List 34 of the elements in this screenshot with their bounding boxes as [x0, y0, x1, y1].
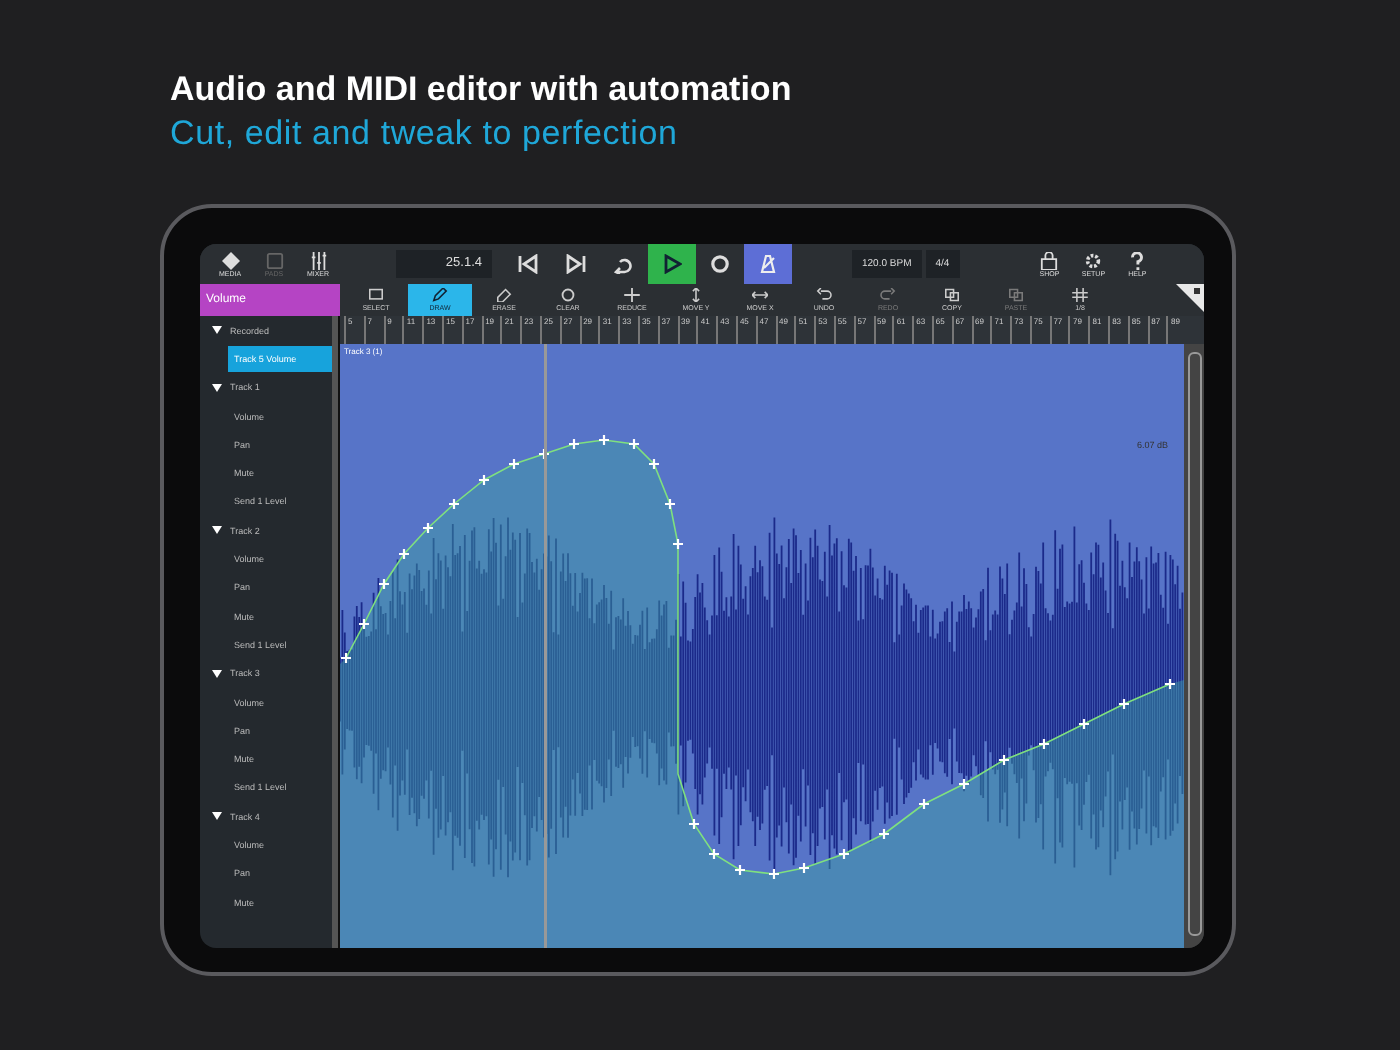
square-icon	[265, 251, 283, 269]
grid-icon	[1072, 288, 1088, 302]
plus-icon	[624, 288, 640, 302]
settings-icon	[1084, 251, 1103, 269]
rectangle-icon	[368, 288, 384, 302]
horizontal-arrows-icon	[752, 288, 768, 302]
redo-icon	[880, 288, 896, 302]
play-icon	[662, 254, 682, 274]
record-icon	[710, 254, 730, 274]
vertical-arrows-icon	[688, 288, 704, 302]
undo-icon	[816, 288, 832, 302]
headline: Audio and MIDI editor with automation	[170, 70, 794, 110]
circle-icon	[560, 288, 576, 302]
disclosure-triangle-icon[interactable]	[212, 669, 222, 678]
eraser-icon	[496, 288, 512, 302]
diamond-icon	[221, 251, 239, 269]
skip-forward-icon	[566, 254, 586, 274]
subheadline: Cut, edit and tweak to perfection	[170, 112, 680, 156]
disclosure-triangle-icon[interactable]	[212, 526, 222, 535]
help-icon	[1128, 251, 1147, 269]
corner-toggle-icon[interactable]	[1176, 284, 1204, 312]
loop-icon	[614, 254, 634, 274]
disclosure-triangle-icon[interactable]	[212, 812, 222, 821]
metronome-button[interactable]	[744, 244, 792, 284]
disclosure-triangle-icon[interactable]	[212, 326, 222, 335]
disclosure-triangle-icon[interactable]	[212, 383, 222, 392]
metronome-icon	[758, 254, 778, 274]
scrollbar[interactable]	[1184, 344, 1204, 948]
play-button[interactable]	[648, 244, 696, 284]
sliders-icon	[309, 251, 327, 269]
skip-back-icon	[518, 254, 538, 274]
pencil-icon	[432, 288, 448, 302]
copy-icon	[944, 288, 960, 302]
paste-icon	[1008, 288, 1024, 302]
